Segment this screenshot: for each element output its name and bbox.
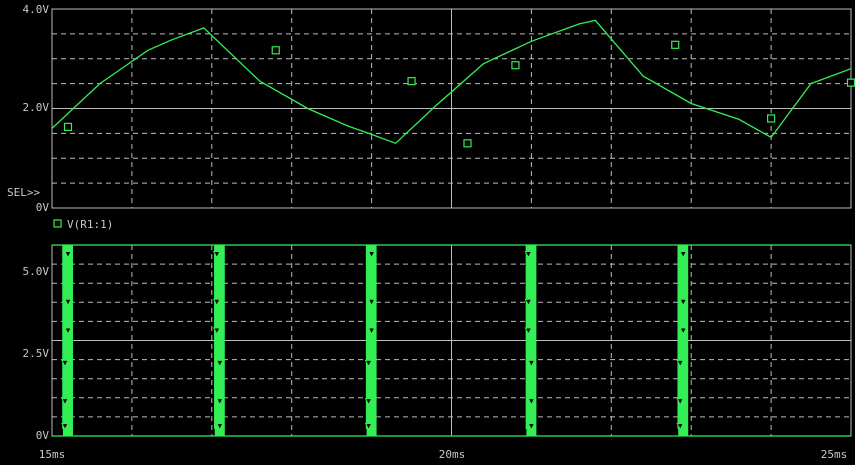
top-y-tick-label-2v: 2.0V <box>23 101 50 114</box>
top-series-marker <box>271 46 280 55</box>
bottom-y-tick-label-0v: 0V <box>36 429 50 442</box>
x-tick-label-20ms: 20ms <box>439 448 466 461</box>
top-y-tick-label-0v: 0V <box>36 201 50 214</box>
bottom-y-tick-label-2-5v: 2.5V <box>23 347 50 360</box>
x-tick-label-15ms: 15ms <box>39 448 66 461</box>
bottom-series-pulse <box>678 245 689 436</box>
top-series-marker <box>766 114 776 123</box>
top-series-marker <box>846 78 855 87</box>
top-series-marker <box>671 40 680 49</box>
bottom-series-pulse <box>214 245 225 436</box>
legend-series-name: V(R1:1) <box>67 218 113 231</box>
top-series-marker <box>63 122 73 132</box>
oscilloscope-display: 4.0V 2.0V 0V SEL>> V(R1:1) 5.0V 2.5V 0V … <box>0 0 855 465</box>
bottom-y-tick-label-5v: 5.0V <box>23 265 50 278</box>
selector-label[interactable]: SEL>> <box>7 186 40 199</box>
x-tick-label-25ms: 25ms <box>821 448 848 461</box>
bottom-series-pulse <box>526 245 537 436</box>
top-series-marker <box>511 61 520 70</box>
bottom-series-pulse <box>366 245 377 436</box>
top-series-marker <box>463 139 472 148</box>
bottom-series-pulse <box>62 245 73 436</box>
scope-background <box>0 0 855 465</box>
top-series-marker <box>407 77 416 86</box>
top-y-tick-label-4v: 4.0V <box>23 3 50 16</box>
